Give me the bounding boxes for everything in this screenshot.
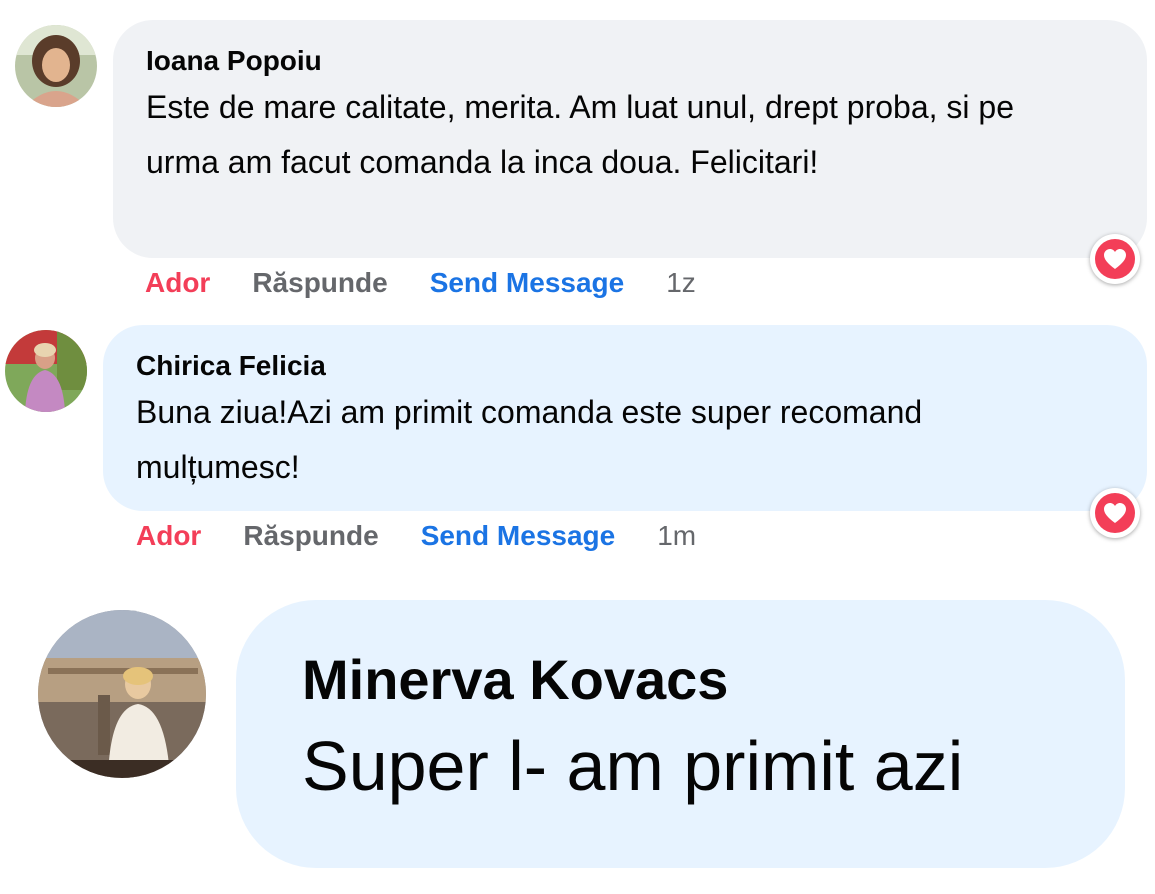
avatar-image — [38, 610, 206, 778]
like-link[interactable]: Ador — [136, 520, 201, 552]
avatar[interactable] — [15, 25, 97, 107]
timestamp[interactable]: 1z — [666, 267, 696, 299]
send-message-link[interactable]: Send Message — [430, 267, 625, 299]
avatar[interactable] — [5, 330, 87, 412]
comment-actions: Ador Răspunde Send Message 1z — [145, 265, 696, 301]
comment-text: Buna ziua!Azi am primit comanda este sup… — [136, 394, 923, 485]
author-name[interactable]: Ioana Popoiu — [146, 44, 1147, 78]
author-name[interactable]: Chirica Felicia — [136, 349, 1147, 383]
reaction-badge[interactable] — [1090, 234, 1140, 284]
timestamp[interactable]: 1m — [657, 520, 696, 552]
avatar[interactable] — [38, 610, 206, 778]
send-message-link[interactable]: Send Message — [421, 520, 616, 552]
heart-icon — [1095, 239, 1135, 279]
author-name[interactable]: Minerva Kovacs — [302, 644, 1125, 716]
avatar-image — [15, 25, 97, 107]
reaction-badge[interactable] — [1090, 488, 1140, 538]
comment-bubble: Chirica Felicia Buna ziua!Azi am primit … — [103, 325, 1147, 511]
avatar-image — [5, 330, 87, 412]
comment-text: Este de mare calitate, merita. Am luat u… — [146, 89, 1014, 180]
like-link[interactable]: Ador — [145, 267, 210, 299]
comment-bubble: Minerva Kovacs Super l- am primit azi — [236, 600, 1125, 868]
reply-link[interactable]: Răspunde — [243, 520, 378, 552]
comment-text: Super l- am primit azi — [302, 727, 964, 805]
comment-bubble: Ioana Popoiu Este de mare calitate, meri… — [113, 20, 1147, 258]
comment-actions: Ador Răspunde Send Message 1m — [136, 518, 696, 554]
reply-link[interactable]: Răspunde — [252, 267, 387, 299]
heart-icon — [1095, 493, 1135, 533]
